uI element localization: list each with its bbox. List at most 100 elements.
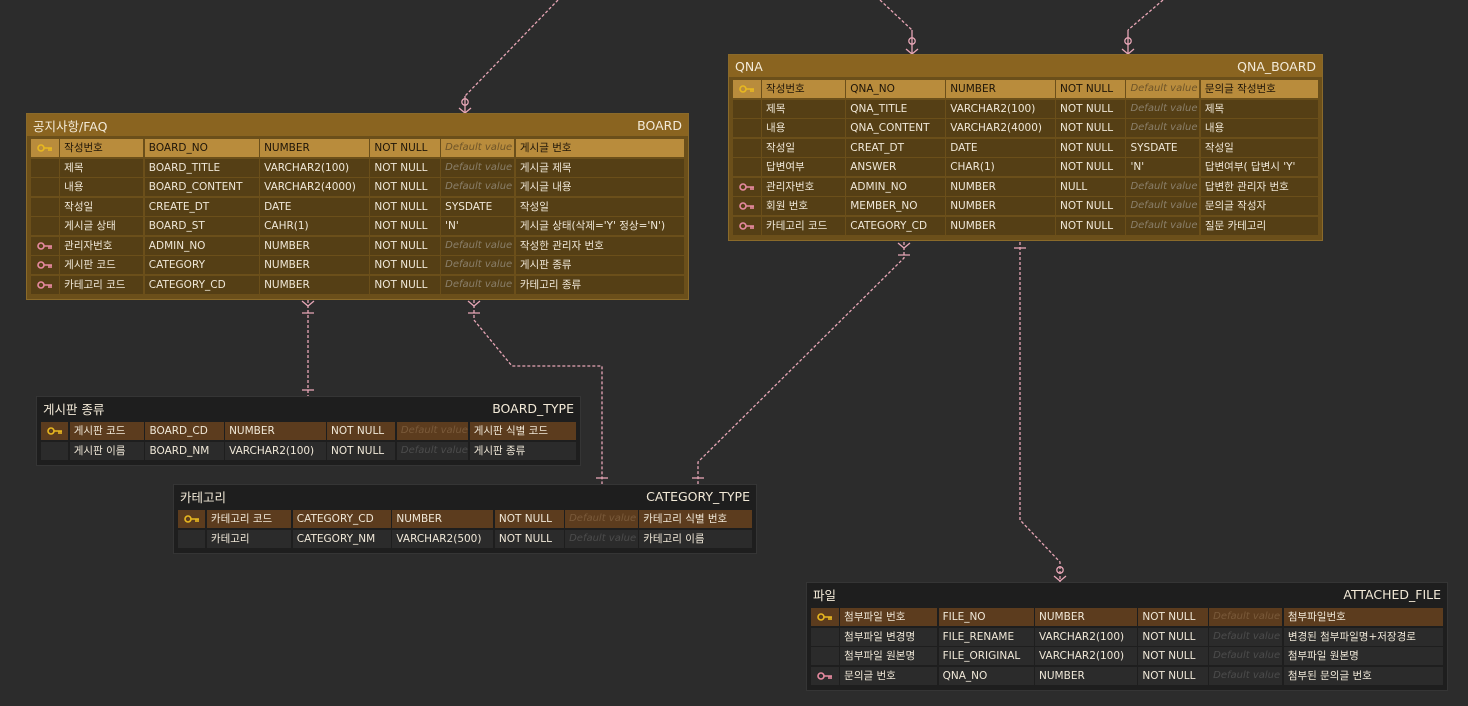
column-comment: 작성일 xyxy=(515,197,685,216)
column-row[interactable]: 게시글 상태 BOARD_ST CAHR(1) NOT NULL 'N' 게시글 상태(삭… xyxy=(31,217,685,235)
column-physical: BOARD_NO xyxy=(144,139,259,157)
column-physical: FILE_ORIGINAL xyxy=(938,647,1034,665)
crow-foot-qna-bottom-1 xyxy=(692,242,911,479)
entity-header[interactable]: 게시판 종류 BOARD_TYPE xyxy=(37,397,580,419)
column-nullable: NOT NULL xyxy=(370,178,440,196)
column-row[interactable]: 제목 QNA_TITLE VARCHAR2(100) NOT NULL Default … xyxy=(733,99,1318,118)
connector-qna-attached-file xyxy=(1019,242,1061,582)
column-row[interactable]: 게시판 이름 BOARD_NM VARCHAR2(100) NOT NULL Defau… xyxy=(41,441,577,460)
column-logical: 작성일 xyxy=(762,138,845,157)
primary-key-icon xyxy=(37,144,52,152)
column-row[interactable]: 첨부파일 번호 FILE_NO NUMBER NOT NULL Default valu… xyxy=(811,608,1443,626)
column-physical: CATEGORY_CD xyxy=(846,216,945,235)
key-cell xyxy=(31,197,59,216)
connector-board-upstream xyxy=(464,0,559,97)
column-nullable: NOT NULL xyxy=(1056,99,1125,118)
column-default: Default value xyxy=(441,158,515,177)
entity-header[interactable]: 카테고리 CATEGORY_TYPE xyxy=(174,485,756,507)
column-row[interactable]: 작성일 CREATE_DT DATE NOT NULL SYSDATE 작성일 xyxy=(31,197,685,216)
column-row[interactable]: 게시판 코드 CATEGORY NUMBER NOT NULL Default valu… xyxy=(31,256,685,274)
column-row[interactable]: 카테고리 코드 CATEGORY_CD NUMBER NOT NULL Default … xyxy=(31,275,685,294)
entity-board-type[interactable]: 게시판 종류 BOARD_TYPE 게시판 코드 BOARD_CD NUMBER NOT … xyxy=(36,396,581,466)
column-logical: 카테고리 xyxy=(206,529,292,548)
column-physical: QNA_CONTENT xyxy=(846,119,945,137)
entity-table-name: BOARD xyxy=(637,117,682,133)
column-row[interactable]: 내용 BOARD_CONTENT VARCHAR2(4000) NOT NULL Def… xyxy=(31,178,685,196)
entity-category-type[interactable]: 카테고리 CATEGORY_TYPE 카테고리 코드 CATEGORY_CD NUMBE… xyxy=(173,484,757,554)
column-row[interactable]: 관리자번호 ADMIN_NO NUMBER NOT NULL Default value… xyxy=(31,236,685,255)
key-cell xyxy=(31,158,59,177)
column-row[interactable]: 회원 번호 MEMBER_NO NUMBER NOT NULL Default valu… xyxy=(733,197,1318,215)
column-comment: 변경된 첨부파일명+저장경로 xyxy=(1283,627,1443,646)
column-comment: 작성한 관리자 번호 xyxy=(515,236,685,255)
column-row[interactable]: 내용 QNA_CONTENT VARCHAR2(4000) NOT NULL Defau… xyxy=(733,119,1318,137)
column-physical: CREATE_DT xyxy=(144,197,259,216)
column-comment: 문의글 작성자 xyxy=(1200,197,1318,215)
column-type: DATE xyxy=(260,197,369,216)
column-default: Default value xyxy=(1126,177,1200,196)
column-logical: 게시글 상태 xyxy=(60,217,144,235)
column-nullable: NULL xyxy=(1056,177,1125,196)
column-comment: 제목 xyxy=(1200,99,1318,118)
column-comment: 게시글 제목 xyxy=(515,158,685,177)
column-row[interactable]: 문의글 번호 QNA_NO NUMBER NOT NULL Default value 첨… xyxy=(811,666,1443,685)
column-default: Default value xyxy=(1126,197,1200,215)
column-row[interactable]: 작성번호 BOARD_NO NUMBER NOT NULL Default value 게… xyxy=(31,139,685,157)
column-row[interactable]: 작성번호 QNA_NO NUMBER NOT NULL Default value 문의글… xyxy=(733,80,1318,98)
column-physical: BOARD_CONTENT xyxy=(144,178,259,196)
column-default: Default value xyxy=(1209,608,1283,626)
column-row[interactable]: 작성일 CREAT_DT DATE NOT NULL SYSDATE 작성일 xyxy=(733,138,1318,157)
column-logical: 제목 xyxy=(762,99,845,118)
column-nullable: NOT NULL xyxy=(1056,216,1125,235)
foreign-key-icon xyxy=(37,280,52,289)
column-row[interactable]: 제목 BOARD_TITLE VARCHAR2(100) NOT NULL Defaul… xyxy=(31,158,685,177)
column-row[interactable]: 카테고리 CATEGORY_NM VARCHAR2(500) NOT NULL Defa… xyxy=(178,529,752,548)
column-default: Default value xyxy=(1126,119,1200,137)
entity-board[interactable]: 공지사항/FAQ BOARD 작성번호 BOARD_NO NUMBER NOT NULL D… xyxy=(26,113,689,300)
key-cell xyxy=(31,275,59,294)
column-row[interactable]: 카테고리 코드 CATEGORY_CD NUMBER NOT NULL Default … xyxy=(733,216,1318,235)
column-default: Default value xyxy=(1209,666,1283,685)
key-cell xyxy=(733,138,761,157)
column-physical: CATEGORY_CD xyxy=(292,510,391,528)
column-logical: 답변여부 xyxy=(762,158,845,176)
column-logical: 게시판 코드 xyxy=(60,256,144,274)
column-type: DATE xyxy=(946,138,1055,157)
entity-columns: 첨부파일 번호 FILE_NO NUMBER NOT NULL Default valu… xyxy=(807,605,1447,690)
column-default: Default value xyxy=(396,441,469,460)
column-row[interactable]: 관리자번호 ADMIN_NO NUMBER NULL Default value 답변한 … xyxy=(733,177,1318,196)
column-row[interactable]: 카테고리 코드 CATEGORY_CD NUMBER NOT NULL Default … xyxy=(178,510,752,528)
primary-key-icon xyxy=(817,613,832,621)
column-nullable: NOT NULL xyxy=(1056,138,1125,157)
column-default: 'N' xyxy=(1126,158,1200,176)
entity-header[interactable]: QNA QNA_BOARD xyxy=(729,55,1322,77)
column-type: CAHR(1) xyxy=(260,217,369,235)
column-physical: MEMBER_NO xyxy=(846,197,945,215)
entity-header[interactable]: 파일 ATTACHED_FILE xyxy=(807,583,1447,605)
key-cell xyxy=(811,647,839,665)
column-comment: 첨부파일번호 xyxy=(1283,608,1443,626)
column-physical: CATEGORY xyxy=(144,256,259,274)
column-nullable: NOT NULL xyxy=(494,510,564,528)
entity-header[interactable]: 공지사항/FAQ BOARD xyxy=(27,114,688,136)
column-physical: QNA_NO xyxy=(846,80,945,98)
column-logical: 내용 xyxy=(60,178,144,196)
column-comment: 게시판 종류 xyxy=(469,441,577,460)
entity-logical-name: 게시판 종류 xyxy=(43,401,105,417)
column-type: NUMBER xyxy=(260,236,369,255)
column-default: SYSDATE xyxy=(441,197,515,216)
entity-logical-name: 카테고리 xyxy=(180,489,227,505)
entity-attached-file[interactable]: 파일 ATTACHED_FILE 첨부파일 번호 FILE_NO NUMBER NOT N… xyxy=(806,582,1448,691)
primary-key-icon xyxy=(46,427,62,435)
column-row[interactable]: 답변여부 ANSWER CHAR(1) NOT NULL 'N' 답변여부( 답변시 'Y… xyxy=(733,158,1318,176)
column-physical: CATEGORY_CD xyxy=(144,275,259,294)
entity-columns: 게시판 코드 BOARD_CD NUMBER NOT NULL Default valu… xyxy=(37,419,580,465)
entity-logical-name: QNA xyxy=(735,58,763,74)
column-row[interactable]: 첨부파일 변경명 FILE_RENAME VARCHAR2(100) NOT NULL… xyxy=(811,627,1443,646)
column-row[interactable]: 첨부파일 원본명 FILE_ORIGINAL VARCHAR2(100) NOT NU… xyxy=(811,647,1443,665)
entity-qna-board[interactable]: QNA QNA_BOARD 작성번호 QNA_NO NUMBER NOT NULL Defa… xyxy=(728,54,1323,241)
column-row[interactable]: 게시판 코드 BOARD_CD NUMBER NOT NULL Default valu… xyxy=(41,422,577,440)
column-nullable: NOT NULL xyxy=(1138,666,1208,685)
column-comment: 카테고리 이름 xyxy=(639,529,752,548)
column-nullable: NOT NULL xyxy=(370,158,440,177)
